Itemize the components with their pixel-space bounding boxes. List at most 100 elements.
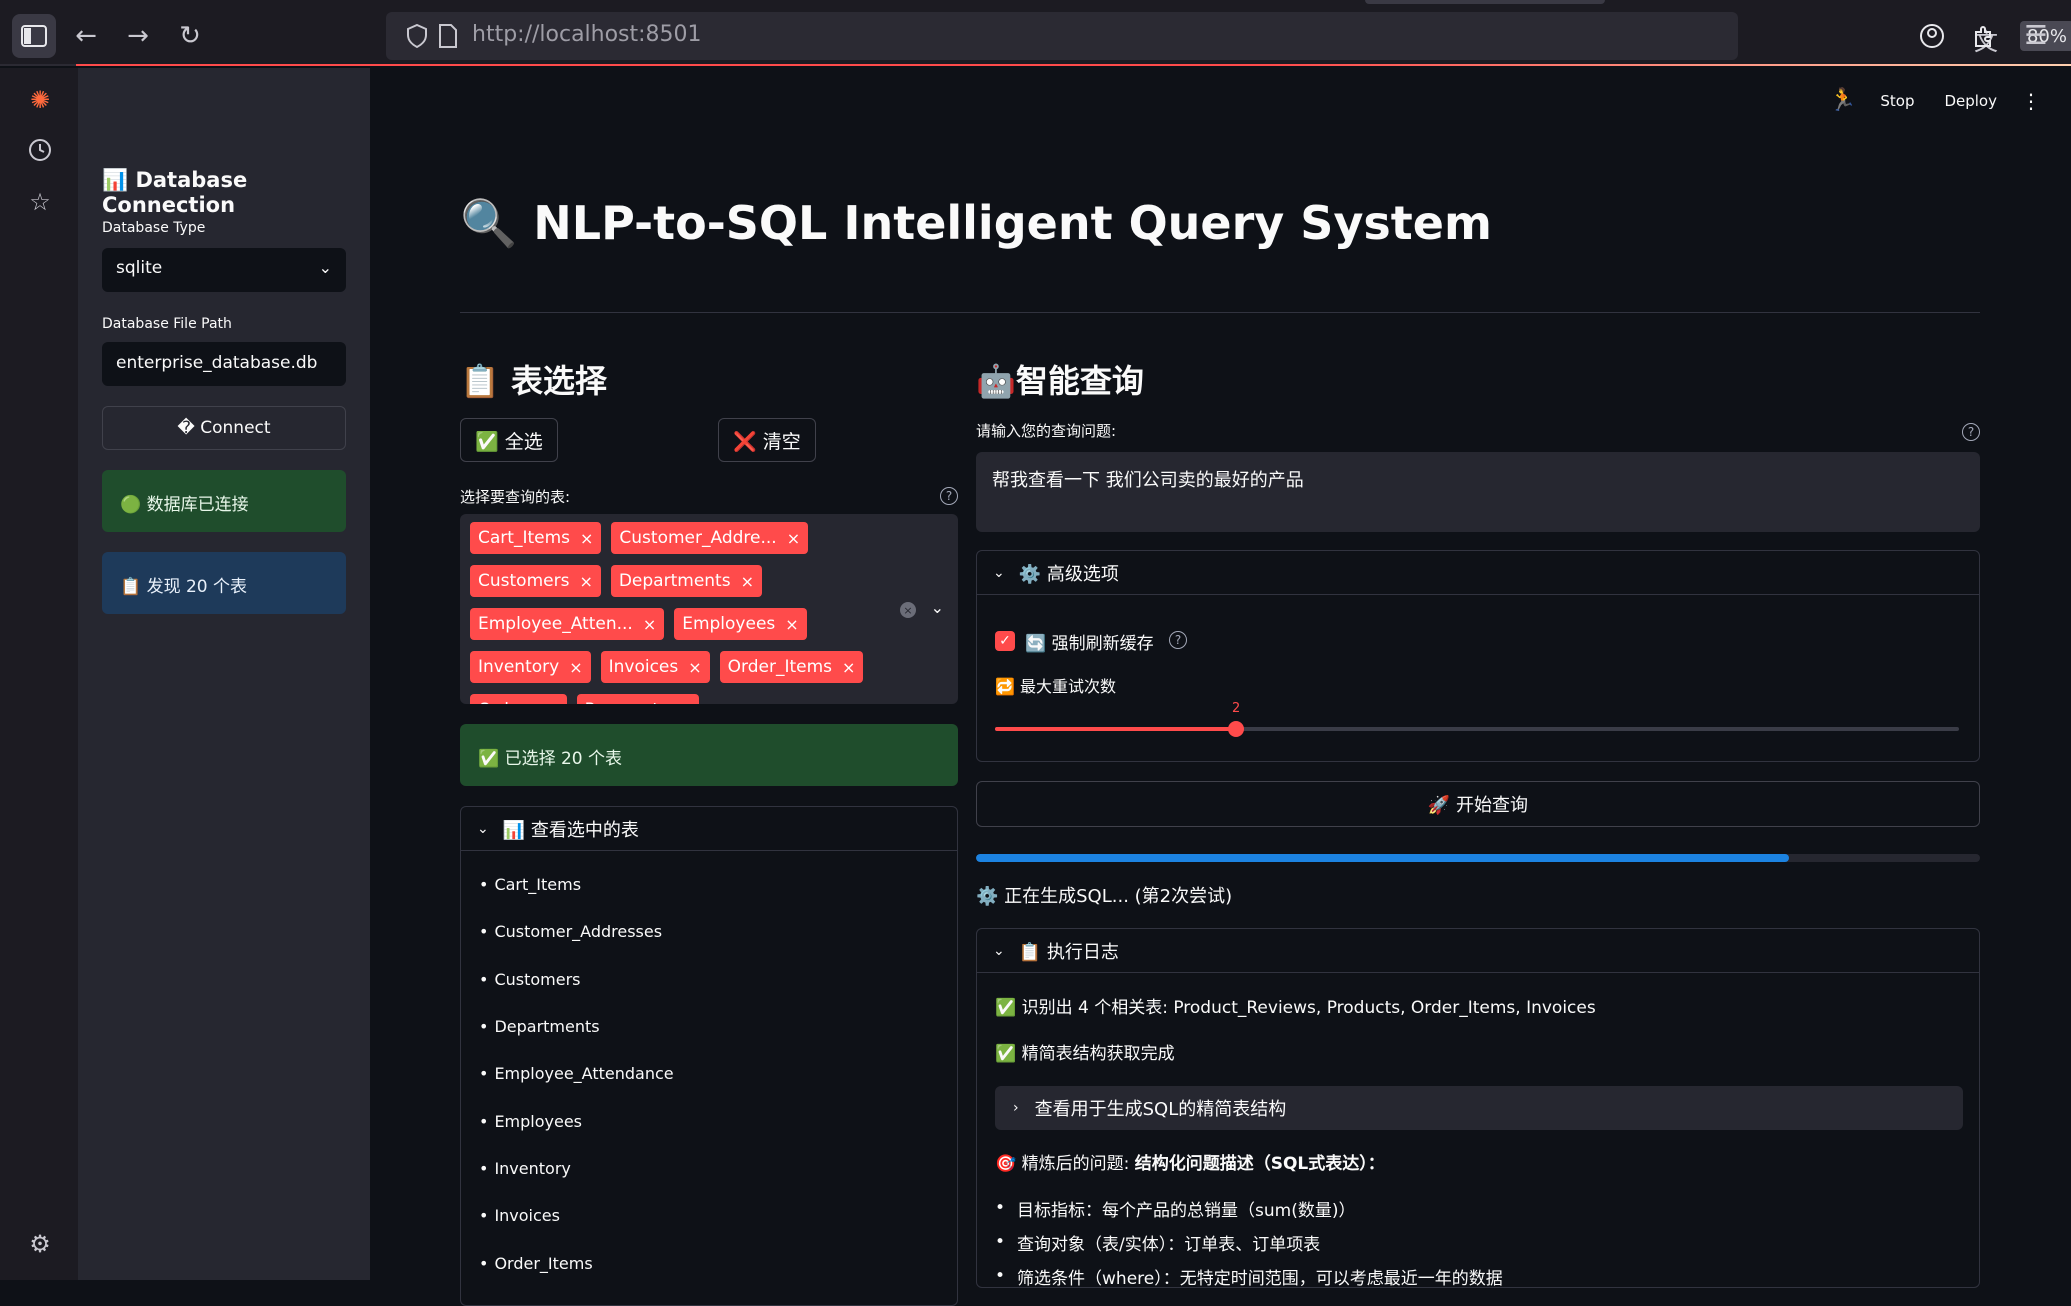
bookmarks-star-icon[interactable]: ☆ bbox=[24, 186, 56, 218]
address-bar[interactable]: http://localhost:8501 文 80% ☆ bbox=[386, 12, 2071, 60]
remove-tag-icon[interactable]: × bbox=[580, 529, 593, 548]
window-notch bbox=[1365, 0, 1605, 4]
table-tag[interactable]: Customers × bbox=[470, 565, 601, 597]
schema-expander[interactable]: › 查看用于生成SQL的精简表结构 bbox=[995, 1086, 1963, 1130]
chevron-down-icon: ⌄ bbox=[993, 942, 1005, 959]
sidebar-toggle-icon[interactable] bbox=[12, 14, 56, 58]
log-line: ✅ 精简表结构获取完成 bbox=[995, 1044, 1175, 1064]
progress-bar bbox=[976, 854, 1980, 862]
selected-tables-expander: ⌄ 📊 查看选中的表 Cart_ItemsCustomer_AddressesC… bbox=[460, 806, 958, 1306]
help-icon[interactable]: ? bbox=[1962, 423, 1980, 441]
table-list-item: Customers bbox=[479, 956, 939, 1003]
selected-count-alert: ✅ 已选择 20 个表 bbox=[460, 724, 958, 786]
db-type-select[interactable]: sqlite ⌄ bbox=[102, 248, 346, 292]
table-tag[interactable]: Employees × bbox=[674, 608, 807, 640]
table-tag[interactable]: Inventory × bbox=[470, 651, 591, 683]
table-tag-label: Customers bbox=[478, 571, 570, 591]
refined-bullet: 筛选条件（where）：无特定时间范围，可以考虑最近一年的数据 bbox=[995, 1259, 1503, 1293]
refined-bullet: 目标指标：每个产品的总销量（sum(数量)） bbox=[995, 1191, 1503, 1225]
remove-tag-icon[interactable]: × bbox=[579, 572, 592, 591]
execution-log-header[interactable]: ⌄ 📋 执行日志 bbox=[977, 929, 1979, 973]
sidebar-title: 📊 Database Connection bbox=[102, 168, 248, 217]
back-arrow-icon[interactable]: ← bbox=[64, 14, 108, 58]
remove-tag-icon[interactable]: × bbox=[785, 615, 798, 634]
table-tag[interactable]: Orders × bbox=[470, 694, 567, 704]
remove-tag-icon[interactable]: × bbox=[643, 615, 656, 634]
table-tag[interactable]: Employee_Atten... × bbox=[470, 608, 665, 640]
remove-tag-icon[interactable]: × bbox=[545, 701, 558, 705]
tables-found-alert: 📋 发现 20 个表 bbox=[102, 552, 346, 614]
table-tag-label: Orders bbox=[478, 700, 535, 704]
help-icon[interactable]: ? bbox=[940, 487, 958, 505]
status-text: ⚙️ 正在生成SQL... (第2次尝试) bbox=[976, 886, 1233, 907]
chevron-down-icon[interactable]: ⌄ bbox=[931, 598, 944, 617]
db-path-label: Database File Path bbox=[102, 316, 232, 332]
remove-tag-icon[interactable]: × bbox=[842, 658, 855, 677]
remove-tag-icon[interactable]: × bbox=[569, 658, 582, 677]
connect-button[interactable]: � Connect bbox=[102, 406, 346, 450]
more-menu-icon[interactable]: ⋮ bbox=[2021, 89, 2041, 113]
table-list-item: Employees bbox=[479, 1097, 939, 1144]
stop-button[interactable]: Stop bbox=[1880, 92, 1914, 110]
remove-tag-icon[interactable]: × bbox=[787, 529, 800, 548]
slider-thumb[interactable] bbox=[1228, 721, 1244, 737]
table-tag[interactable]: Invoices × bbox=[600, 651, 710, 683]
extensions-icon[interactable] bbox=[1962, 14, 2006, 58]
table-selection-column: 📋 表选择 ✅ 全选 ❌ 清空 选择要查询的表: ? Cart_Items × Cu… bbox=[460, 356, 958, 1306]
menu-hamburger-icon[interactable]: ☰ bbox=[2014, 14, 2058, 58]
table-tag[interactable]: Customer_Addre... × bbox=[611, 522, 809, 554]
chevron-right-icon: › bbox=[1013, 1100, 1019, 1116]
table-tag-label: Payments bbox=[585, 700, 668, 704]
refined-bold: 结构化问题描述（SQL式表达）： bbox=[1134, 1154, 1385, 1174]
browser-side-rail: ✺ ☆ ⚙ bbox=[0, 68, 78, 1280]
table-tag[interactable]: Cart_Items × bbox=[470, 522, 602, 554]
force-refresh-label: 🔄 强制刷新缓存 bbox=[1025, 634, 1154, 654]
db-type-label: Database Type bbox=[102, 220, 206, 236]
max-retry-slider[interactable]: 2 bbox=[995, 701, 1959, 737]
shield-icon bbox=[407, 24, 427, 48]
loading-accent-line bbox=[76, 64, 2071, 66]
selected-tables-list: Cart_ItemsCustomer_AddressesCustomersDep… bbox=[461, 851, 957, 1297]
table-tag[interactable]: Departments × bbox=[610, 565, 762, 597]
table-tag[interactable]: Payments × bbox=[576, 694, 700, 705]
table-tag[interactable]: Order_Items × bbox=[719, 651, 864, 683]
table-tag-label: Inventory bbox=[478, 657, 560, 677]
table-tag-label: Order_Items bbox=[727, 657, 833, 677]
table-select-heading: 📋 表选择 bbox=[460, 362, 607, 400]
remove-tag-icon[interactable]: × bbox=[741, 572, 754, 591]
select-all-button[interactable]: ✅ 全选 bbox=[460, 418, 558, 462]
execution-log-title: 📋 执行日志 bbox=[1018, 941, 1119, 963]
history-clock-icon[interactable] bbox=[24, 134, 56, 166]
db-type-value: sqlite bbox=[116, 258, 163, 278]
expander-title: 📊 查看选中的表 bbox=[502, 819, 639, 841]
account-icon[interactable] bbox=[1910, 14, 1954, 58]
browser-toolbar: ← → ↻ http://localhost:8501 文 80% ☆ ☰ bbox=[0, 0, 2071, 66]
query-heading: 🤖智能查询 bbox=[976, 362, 1144, 400]
refined-bullet: 查询对象（表/实体）：订单表、订单项表 bbox=[995, 1225, 1503, 1259]
help-icon[interactable]: ? bbox=[1169, 631, 1187, 649]
table-list-item: Customer_Addresses bbox=[479, 908, 939, 955]
reload-icon[interactable]: ↻ bbox=[168, 14, 212, 58]
advanced-options-header[interactable]: ⌄ ⚙️ 高级选项 bbox=[977, 551, 1979, 595]
remove-tag-icon[interactable]: × bbox=[678, 701, 691, 705]
clear-selection-icon[interactable]: × bbox=[900, 602, 916, 618]
forward-arrow-icon[interactable]: → bbox=[116, 14, 160, 58]
force-refresh-checkbox[interactable]: ✓ bbox=[995, 631, 1015, 651]
run-query-button[interactable]: 🚀 开始查询 bbox=[976, 781, 1980, 827]
clear-button[interactable]: ❌ 清空 bbox=[718, 418, 816, 462]
page-icon bbox=[439, 24, 457, 48]
db-path-input[interactable]: enterprise_database.db bbox=[102, 342, 346, 386]
running-icon: 🏃 bbox=[1828, 88, 1857, 113]
query-column: 🤖智能查询 请输入您的查询问题: ? 帮我查看一下 我们公司卖的最好的产品 ⌄ … bbox=[976, 356, 1980, 1289]
table-multiselect[interactable]: Cart_Items × Customer_Addre... × Customers × D… bbox=[460, 514, 958, 704]
chevron-down-icon: ⌄ bbox=[477, 820, 489, 837]
connected-alert: 🟢 数据库已连接 bbox=[102, 470, 346, 532]
deploy-button[interactable]: Deploy bbox=[1944, 92, 1997, 110]
table-list-item: Employee_Attendance bbox=[479, 1050, 939, 1097]
settings-gear-icon[interactable]: ⚙ bbox=[24, 1228, 56, 1260]
selected-tables-expander-header[interactable]: ⌄ 📊 查看选中的表 bbox=[461, 807, 957, 851]
page-title: 🔍 NLP-to-SQL Intelligent Query System bbox=[460, 196, 1492, 250]
query-textarea[interactable]: 帮我查看一下 我们公司卖的最好的产品 bbox=[976, 452, 1980, 532]
remove-tag-icon[interactable]: × bbox=[688, 658, 701, 677]
sparkle-icon[interactable]: ✺ bbox=[24, 84, 56, 116]
